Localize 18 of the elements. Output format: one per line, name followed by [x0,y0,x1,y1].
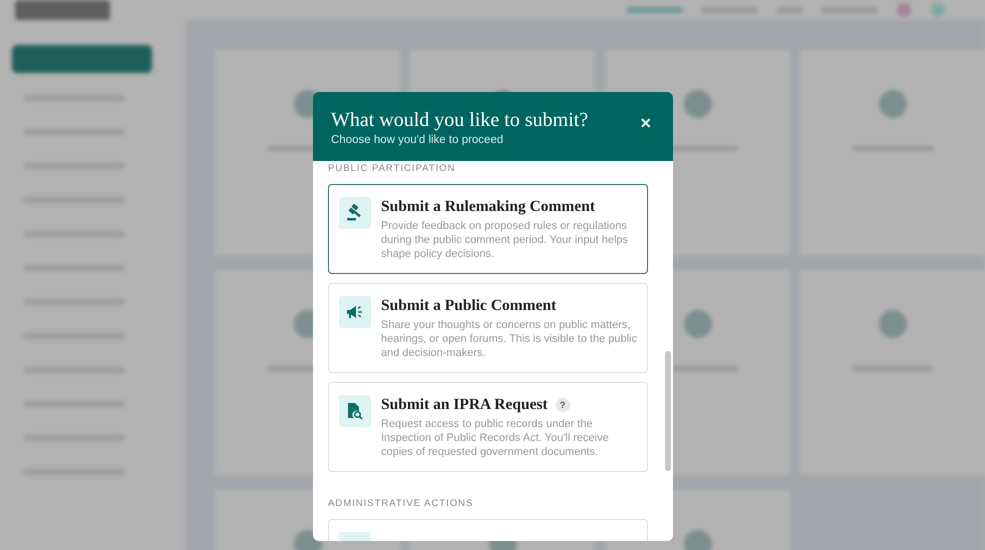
option-title: Submit a Rulemaking Comment [381,197,596,217]
section-heading: ADMINISTRATIVE ACTIONS [328,498,474,509]
dialog-subtitle: Choose how you'd like to proceed [331,134,504,146]
option-description: Request access to public records under the Inspection of Public Records Act. You'll receive copies of requested government documents. [381,417,610,459]
help-badge[interactable]: ? [556,398,570,412]
dialog-title: What would you like to submit? [331,108,588,132]
option-description: Provide feedback on proposed rules or regulations during the public comment period. Your input helps shape policy decisions. [381,219,630,261]
section-heading: PUBLIC PARTICIPATION [328,163,457,174]
megaphone-icon [346,305,364,319]
option-card[interactable]: Submit a Rulemaking Comment Provide feedback on proposed rules or regulations during the public comment period. Your input helps shape policy decisions. [328,184,648,274]
close-button[interactable]: × [636,112,655,134]
option-title: Submit an IPRA Request [381,395,548,415]
option-description: Share your thoughts or concerns on public matters, hearings, or open forums. This is visible to the public and decision-makers. [381,318,637,360]
scrollbar-thumb[interactable] [665,351,671,471]
option-title: Submit a Public Comment [381,296,556,316]
option-card[interactable]: Submit a Public Comment Share your thoughts or concerns on public matters, hearings, or open forums. This is visible to the public and decision-makers. [328,283,648,373]
document-search-icon [347,402,363,420]
option-card[interactable]: Submit an IPRA Request ? Request access to public records under the Inspection of Public Records Act. You'll receive copies of requested government documents. [328,382,648,472]
